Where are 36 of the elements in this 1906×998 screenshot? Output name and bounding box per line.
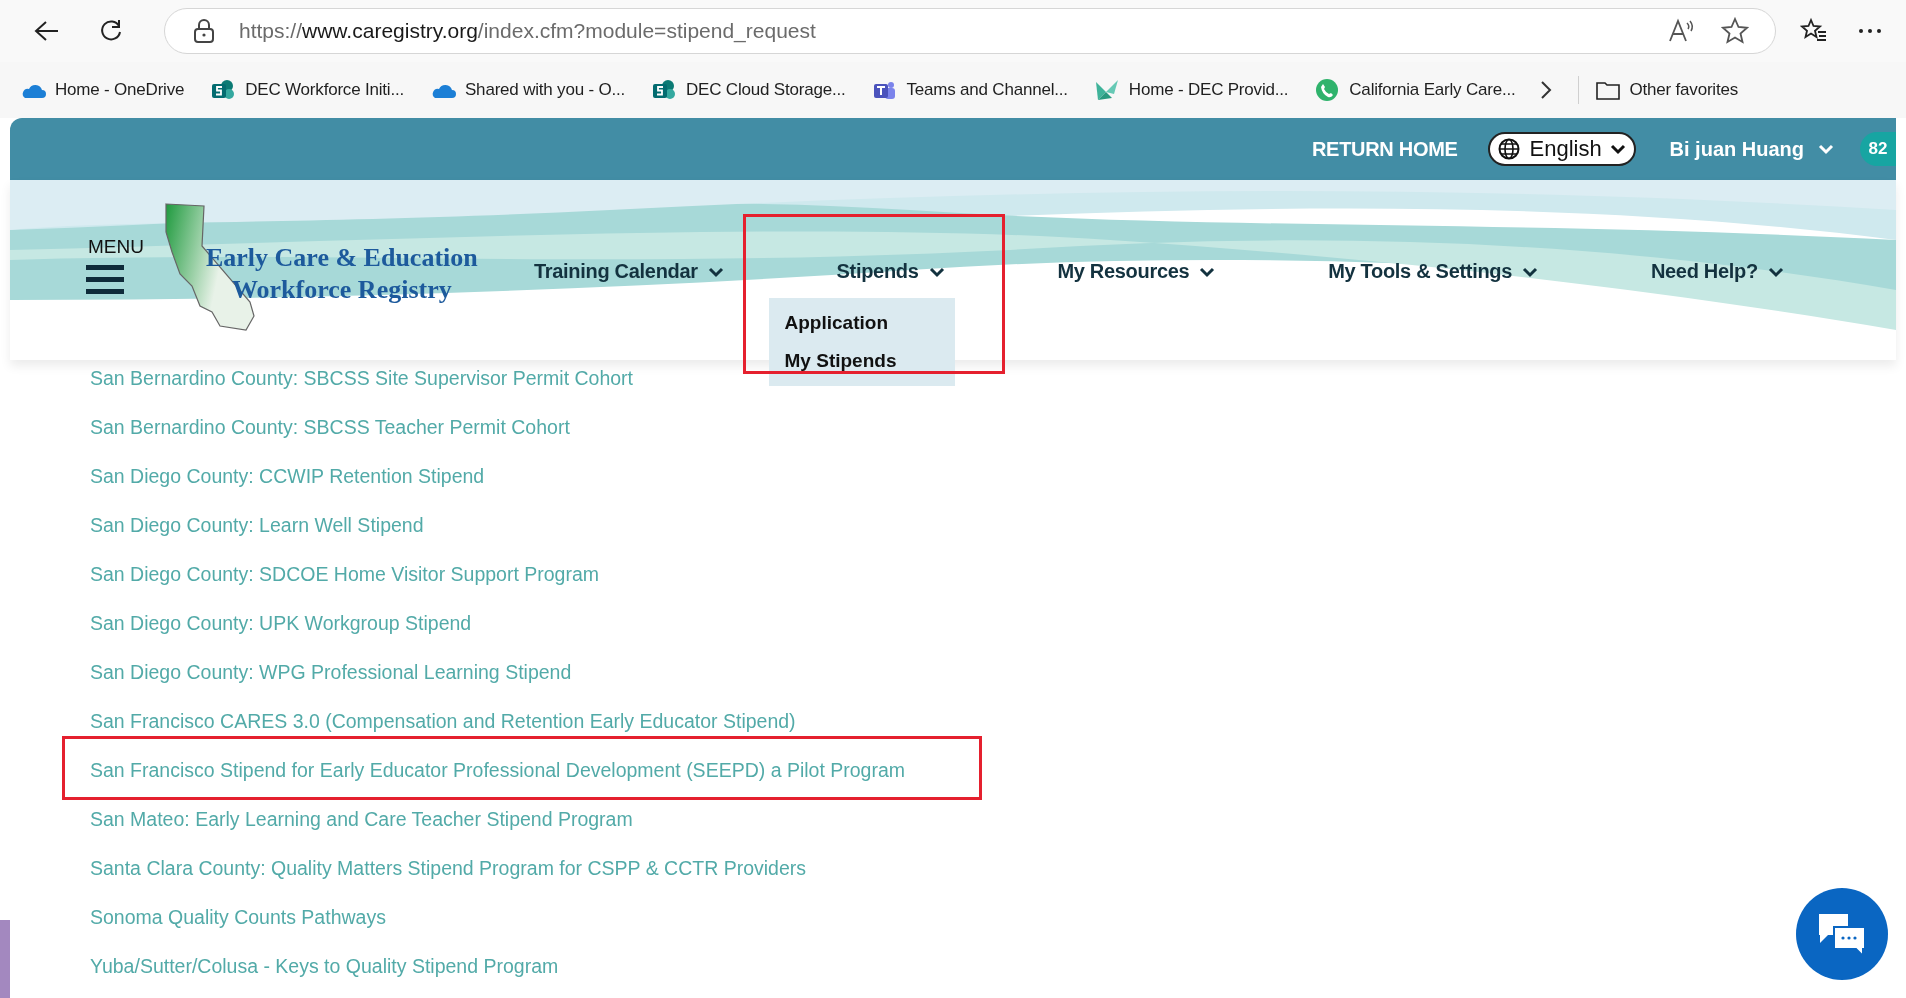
nav-menu-button[interactable]: Stipends bbox=[836, 260, 945, 283]
bookmark-link[interactable]: DEC Cloud Storage... bbox=[651, 78, 846, 102]
nav-menu-button[interactable]: My Resources bbox=[1057, 260, 1216, 283]
bookmark-link[interactable]: DEC Workforce Initi... bbox=[210, 78, 404, 102]
address-bar[interactable]: https://www.caregistry.org/index.cfm?module=stipend_request bbox=[164, 8, 1776, 54]
bookmark-link[interactable]: California Early Care... bbox=[1314, 78, 1516, 102]
dropdown-item[interactable]: Application bbox=[768, 304, 955, 342]
lock-icon bbox=[193, 19, 215, 43]
chevron-down-icon bbox=[1609, 143, 1626, 155]
nav-menu-button[interactable]: My Tools & Settings bbox=[1328, 260, 1539, 283]
bookmark-link[interactable]: Teams and Channel... bbox=[871, 78, 1068, 102]
dropdown-item[interactable]: My Stipends bbox=[768, 342, 955, 380]
globe-icon bbox=[1497, 138, 1520, 160]
other-favorites-link[interactable]: Other favorites bbox=[1594, 78, 1738, 102]
star-icon[interactable] bbox=[1721, 17, 1749, 45]
chevron-down-icon bbox=[1818, 143, 1834, 155]
user-menu-button[interactable]: Bi juan Huang bbox=[1669, 137, 1834, 161]
circles-icon bbox=[651, 78, 677, 102]
bookmark-link[interactable]: Shared with you - O... bbox=[430, 78, 625, 102]
language-select[interactable]: English bbox=[1487, 132, 1636, 166]
menu-label: MENU bbox=[88, 236, 144, 258]
chevron-down-icon bbox=[928, 265, 945, 278]
url-text: https://www.caregistry.org/index.cfm?module=stipend_request bbox=[239, 19, 817, 43]
chevron-down-icon bbox=[707, 265, 724, 278]
bookmark-link[interactable]: Home - DEC Provid... bbox=[1093, 78, 1289, 102]
bookmark-link[interactable]: Home - OneDrive bbox=[20, 78, 185, 102]
leaf-shape-icon bbox=[1093, 78, 1120, 102]
chevron-down-icon bbox=[1199, 265, 1216, 278]
chevron-down-icon bbox=[1522, 265, 1539, 278]
nav-menu-button[interactable]: Training Calendar bbox=[533, 260, 724, 283]
chevron-down-icon bbox=[1767, 265, 1784, 278]
nav-menu-button[interactable]: Need Help? bbox=[1650, 260, 1784, 283]
return-home-link[interactable]: RETURN HOME bbox=[1311, 137, 1458, 161]
menu-icon[interactable] bbox=[86, 264, 124, 296]
phone-icon bbox=[1314, 78, 1341, 102]
circles-icon bbox=[210, 78, 237, 102]
